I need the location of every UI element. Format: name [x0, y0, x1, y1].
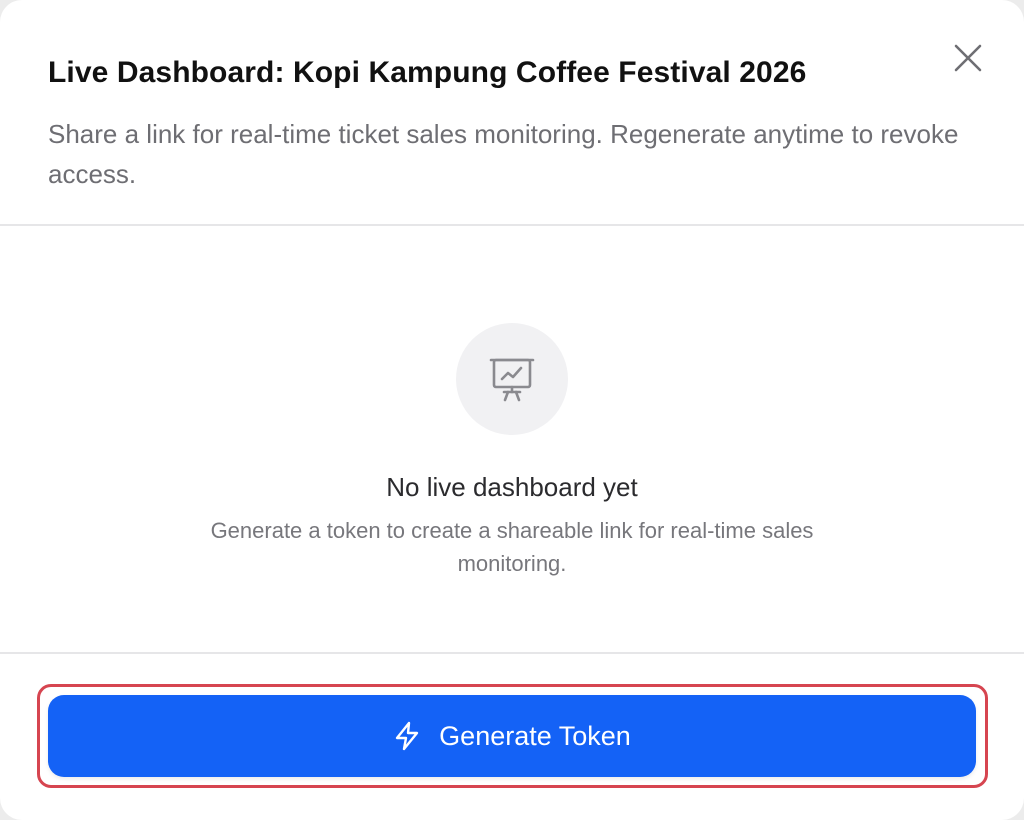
dialog-header: Live Dashboard: Kopi Kampung Coffee Fest… — [0, 0, 1024, 226]
generate-token-button[interactable]: Generate Token — [48, 695, 976, 777]
dialog-title: Live Dashboard: Kopi Kampung Coffee Fest… — [48, 56, 807, 89]
presentation-chart-icon — [489, 358, 535, 402]
lightning-icon — [393, 721, 421, 751]
empty-state: No live dashboard yet Generate a token t… — [0, 228, 1024, 652]
empty-state-icon-circle — [456, 323, 568, 435]
generate-token-label: Generate Token — [439, 720, 631, 751]
dialog-subtitle: Share a link for real-time ticket sales … — [48, 119, 959, 189]
empty-state-title: No live dashboard yet — [386, 472, 638, 502]
close-button[interactable] — [944, 34, 992, 82]
empty-state-description: Generate a token to create a shareable l… — [210, 518, 814, 576]
close-icon — [954, 44, 982, 72]
live-dashboard-dialog: Live Dashboard: Kopi Kampung Coffee Fest… — [0, 0, 1024, 820]
dialog-footer: Generate Token — [0, 652, 1024, 820]
